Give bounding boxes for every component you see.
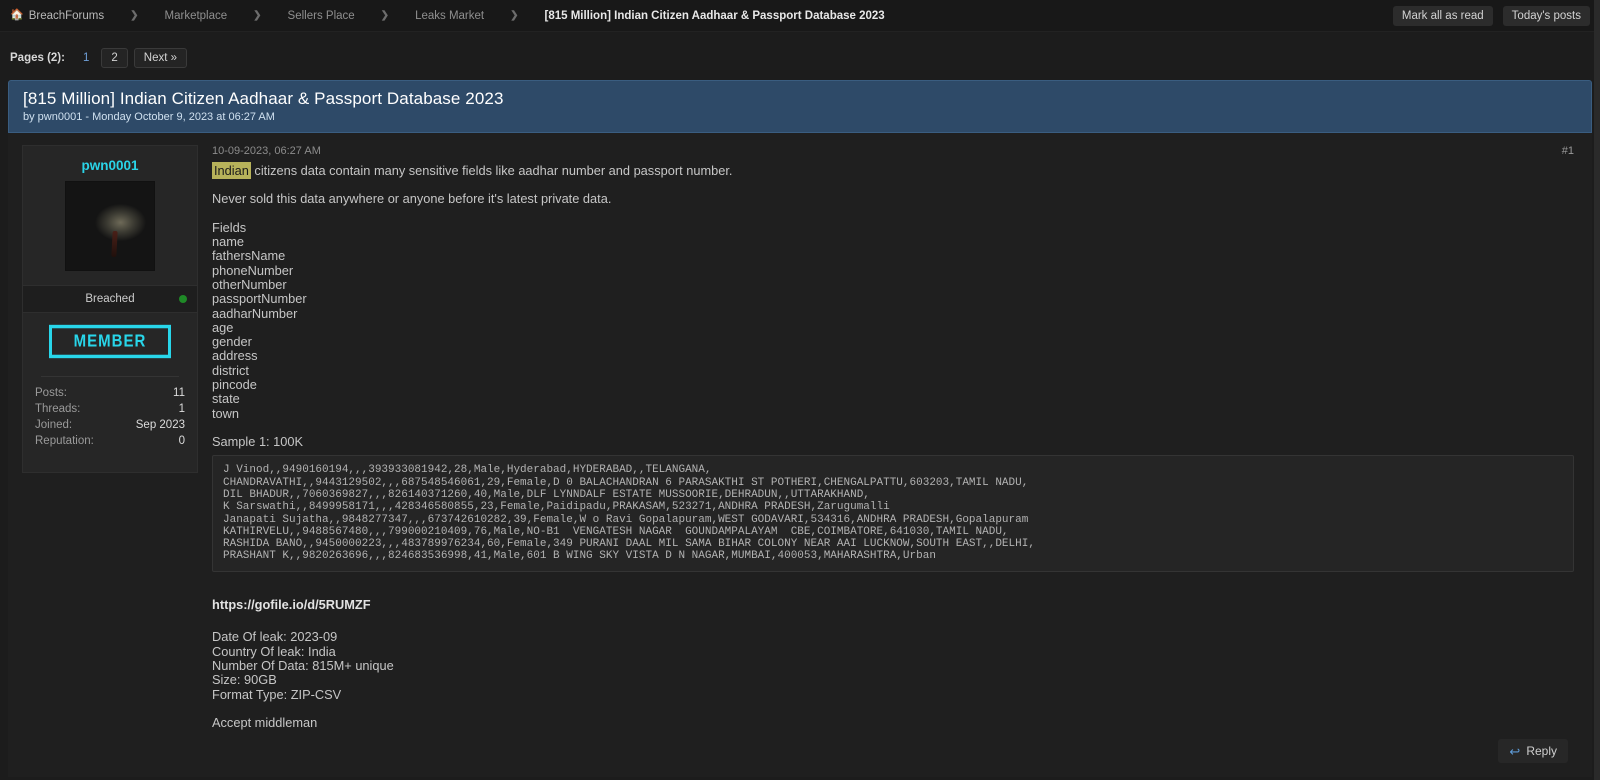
field-item: fathersName <box>212 249 1574 263</box>
field-item: name <box>212 235 1574 249</box>
stat-row-joined: Joined: Sep 2023 <box>35 417 185 433</box>
leak-details-list: Date Of leak: 2023-09 Country Of leak: I… <box>212 630 1574 702</box>
member-rank-badge: MEMBER <box>49 325 172 358</box>
post-paragraph-intro: Indian citizens data contain many sensit… <box>212 164 1574 178</box>
breadcrumb-item-leaks-market[interactable]: Leaks Market <box>415 10 484 22</box>
detail-size: Size: 90GB <box>212 673 1574 687</box>
post-meta: 10-09-2023, 06:27 AM #1 <box>212 145 1574 157</box>
pagination-label: Pages (2): <box>10 52 65 64</box>
author-usergroup-label: Breached <box>85 293 134 305</box>
breadcrumb-separator-icon: ❯ <box>227 10 287 21</box>
stat-row-threads: Threads: 1 <box>35 401 185 417</box>
download-link[interactable]: https://gofile.io/d/5RUMZF <box>212 598 1574 612</box>
field-item: address <box>212 349 1574 363</box>
fields-header: Fields <box>212 221 1574 235</box>
breadcrumb: 🏠 BreachForums ❯ Marketplace ❯ Sellers P… <box>10 10 1393 22</box>
sample-code-block: J Vinod,,9490160194,,,393933081942,28,Ma… <box>212 455 1574 571</box>
post-timestamp: 10-09-2023, 06:27 AM <box>212 145 321 157</box>
stat-key-reputation: Reputation: <box>35 435 94 447</box>
field-item: gender <box>212 335 1574 349</box>
stat-value-threads: 1 <box>179 403 185 415</box>
top-navigation-bar: 🏠 BreachForums ❯ Marketplace ❯ Sellers P… <box>0 0 1600 32</box>
stat-value-joined: Sep 2023 <box>136 419 185 431</box>
field-item: phoneNumber <box>212 264 1574 278</box>
stat-value-reputation: 0 <box>179 435 185 447</box>
home-icon: 🏠 <box>10 10 24 21</box>
field-item: aadharNumber <box>212 307 1574 321</box>
field-item: otherNumber <box>212 278 1574 292</box>
author-username[interactable]: pwn0001 <box>23 146 197 181</box>
post-intro-rest: citizens data contain many sensitive fie… <box>251 163 733 178</box>
accept-middleman-note: Accept middleman <box>212 716 1574 730</box>
detail-number-of-data: Number Of Data: 815M+ unique <box>212 659 1574 673</box>
breadcrumb-label-home: BreachForums <box>29 10 104 22</box>
stat-row-posts: Posts: 11 <box>35 385 185 401</box>
field-item: state <box>212 392 1574 406</box>
post-author-panel: pwn0001 Breached MEMBER Posts: 11 Thread… <box>22 145 198 473</box>
pagination: Pages (2): 1 2 Next » <box>0 32 1600 80</box>
thread-byline: by pwn0001 - Monday October 9, 2023 at 0… <box>23 111 1577 123</box>
stat-key-joined: Joined: <box>35 419 72 431</box>
stat-row-reputation: Reputation: 0 <box>35 433 185 449</box>
post-container: pwn0001 Breached MEMBER Posts: 11 Thread… <box>8 133 1592 733</box>
topbar-actions: Mark all as read Today's posts <box>1393 6 1590 26</box>
fields-list: Fields name fathersName phoneNumber othe… <box>212 221 1574 421</box>
field-item: pincode <box>212 378 1574 392</box>
breadcrumb-item-sellers-place[interactable]: Sellers Place <box>288 10 355 22</box>
detail-date-of-leak: Date Of leak: 2023-09 <box>212 630 1574 644</box>
divider <box>41 376 179 377</box>
reply-button[interactable]: ↩ Reply <box>1498 739 1568 763</box>
pagination-page-1[interactable]: 1 <box>77 52 95 64</box>
post-footer: ↩ Reply <box>8 733 1592 777</box>
scrollbar[interactable] <box>1594 0 1600 780</box>
breadcrumb-separator-icon: ❯ <box>355 10 415 21</box>
field-item: passportNumber <box>212 292 1574 306</box>
post-message-body: Indian citizens data contain many sensit… <box>212 164 1574 731</box>
author-stats: Posts: 11 Threads: 1 Joined: Sep 2023 Re… <box>23 385 197 459</box>
badge-holder: MEMBER <box>23 313 197 356</box>
field-item: town <box>212 407 1574 421</box>
field-item: age <box>212 321 1574 335</box>
page-title: [815 Million] Indian Citizen Aadhaar & P… <box>23 89 1577 109</box>
sample-label: Sample 1: 100K <box>212 435 1574 449</box>
online-status-icon <box>179 295 187 303</box>
todays-posts-button[interactable]: Today's posts <box>1503 6 1590 26</box>
avatar[interactable] <box>65 181 155 271</box>
pagination-page-2[interactable]: 2 <box>101 48 127 68</box>
detail-format-type: Format Type: ZIP-CSV <box>212 688 1574 702</box>
avatar-holder <box>23 181 197 285</box>
breadcrumb-item-current-thread: [815 Million] Indian Citizen Aadhaar & P… <box>544 10 884 22</box>
mark-all-as-read-button[interactable]: Mark all as read <box>1393 6 1493 26</box>
stat-key-threads: Threads: <box>35 403 80 415</box>
search-highlight: Indian <box>212 162 251 179</box>
thread-header: [815 Million] Indian Citizen Aadhaar & P… <box>8 80 1592 133</box>
stat-value-posts: 11 <box>173 387 185 399</box>
stat-key-posts: Posts: <box>35 387 67 399</box>
field-item: district <box>212 364 1574 378</box>
reply-button-label: Reply <box>1526 744 1557 758</box>
breadcrumb-item-home[interactable]: 🏠 BreachForums <box>10 10 104 22</box>
author-usergroup: Breached <box>23 285 197 313</box>
reply-arrow-icon: ↩ <box>1509 745 1520 758</box>
breadcrumb-separator-icon: ❯ <box>104 10 164 21</box>
post-content: 10-09-2023, 06:27 AM #1 Indian citizens … <box>198 133 1592 733</box>
pagination-next-button[interactable]: Next » <box>134 48 187 68</box>
breadcrumb-separator-icon: ❯ <box>484 10 544 21</box>
detail-country-of-leak: Country Of leak: India <box>212 645 1574 659</box>
breadcrumb-item-marketplace[interactable]: Marketplace <box>165 10 228 22</box>
post-paragraph-2: Never sold this data anywhere or anyone … <box>212 192 1574 206</box>
post-number[interactable]: #1 <box>1562 145 1574 157</box>
